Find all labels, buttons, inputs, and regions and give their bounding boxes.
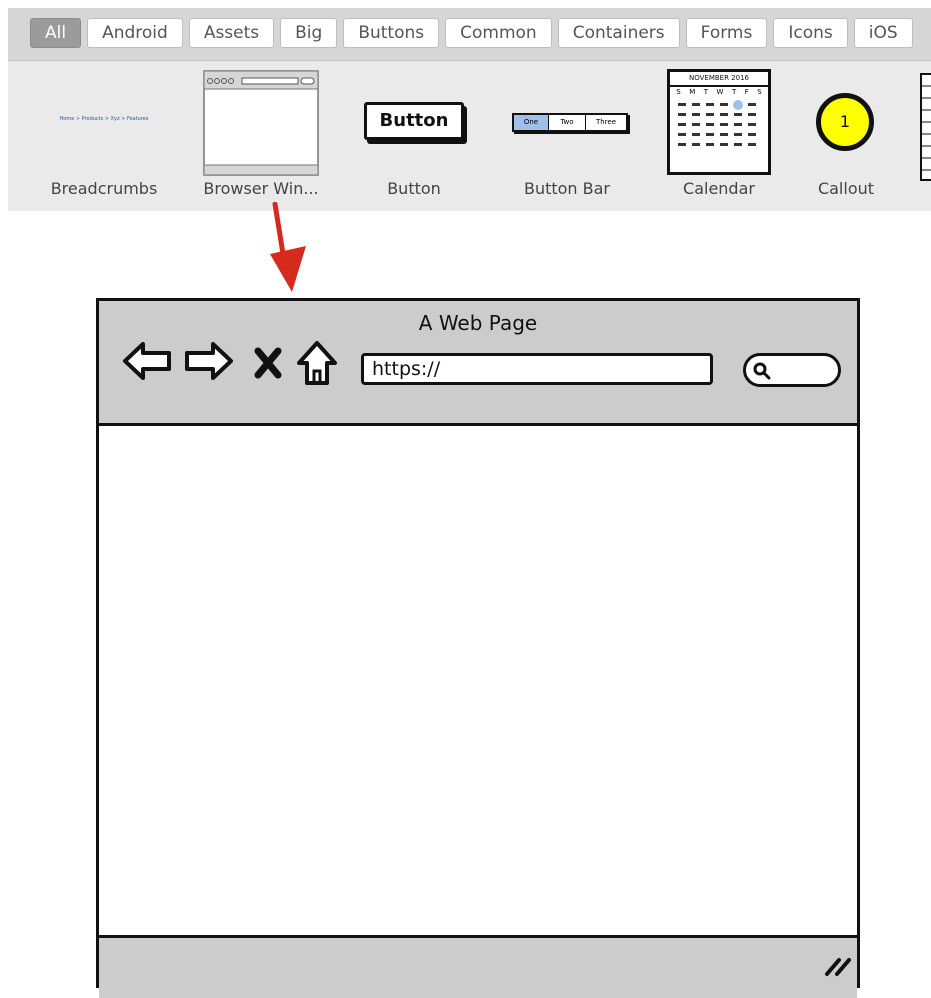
- resize-grip-icon[interactable]: [823, 952, 851, 978]
- search-icon: [753, 362, 771, 380]
- calendar-weekdays: S M T W T F S: [670, 87, 768, 97]
- tab-buttons[interactable]: Buttons: [343, 18, 440, 48]
- stop-icon[interactable]: [253, 347, 283, 379]
- tab-icons[interactable]: Icons: [773, 18, 848, 48]
- shelf-item-breadcrumbs[interactable]: Home > Products > Xyz > Features Breadcr…: [30, 61, 178, 211]
- calendar-day-grid: [678, 100, 756, 146]
- shelf-item-label: Calendar: [683, 179, 755, 198]
- browser-window-thumbnail: [188, 69, 334, 179]
- shelf-item-button[interactable]: Button Button: [342, 61, 486, 211]
- partial-thumbnail: [918, 69, 931, 181]
- shelf-item-label: Breadcrumbs: [50, 179, 158, 198]
- callout-thumbnail: 1: [794, 69, 898, 179]
- calendar-thumbnail: NOVEMBER 2016 S M T W T F S: [648, 69, 790, 179]
- breadcrumbs-thumbnail: Home > Products > Xyz > Features: [30, 69, 178, 179]
- button-bar-thumbnail: One Two Three: [496, 69, 638, 179]
- callout-preview: 1: [816, 93, 874, 151]
- calendar-weekday: S: [757, 88, 762, 96]
- shelf-item-label: Button: [387, 179, 441, 198]
- calendar-weekday: T: [731, 88, 737, 96]
- calendar-weekday: M: [689, 88, 696, 96]
- tab-forms[interactable]: Forms: [685, 18, 768, 48]
- forward-arrow-icon[interactable]: [183, 339, 235, 383]
- calendar-weekday: W: [716, 88, 724, 96]
- calendar-weekday: S: [676, 88, 681, 96]
- shelf-item-button-bar[interactable]: One Two Three Button Bar: [496, 61, 638, 211]
- shelf-item-label: Button Bar: [523, 179, 611, 198]
- home-icon[interactable]: [295, 339, 339, 387]
- shelf-item-callout[interactable]: 1 Callout: [794, 61, 898, 211]
- tab-assets[interactable]: Assets: [188, 18, 275, 48]
- drag-arrow-icon: [270, 202, 306, 292]
- button-bar-one: One: [514, 115, 549, 130]
- calendar-weekday: T: [703, 88, 709, 96]
- browser-toolbar: A Web Page https://: [99, 301, 857, 426]
- calendar-weekday: F: [744, 88, 749, 96]
- tab-all[interactable]: All: [30, 18, 82, 48]
- tab-android[interactable]: Android: [87, 18, 183, 48]
- category-tabs: All Android Assets Big Buttons Common Co…: [30, 18, 913, 48]
- component-shelf: Home > Products > Xyz > Features Breadcr…: [8, 61, 931, 211]
- shelf-item-browser-window[interactable]: Browser Win...: [188, 61, 334, 211]
- category-tab-bar: All Android Assets Big Buttons Common Co…: [8, 8, 931, 61]
- shelf-item-label: Callout: [817, 179, 875, 198]
- address-bar[interactable]: https://: [361, 353, 713, 385]
- calendar-preview: NOVEMBER 2016 S M T W T F S: [667, 69, 771, 175]
- back-arrow-icon[interactable]: [121, 339, 173, 383]
- calendar-month: NOVEMBER 2016: [670, 72, 768, 87]
- shelf-item-label: Browser Win...: [203, 179, 319, 198]
- search-field[interactable]: [743, 353, 841, 387]
- tab-ios[interactable]: iOS: [853, 18, 913, 48]
- breadcrumbs-preview-text: Home > Products > Xyz > Features: [59, 116, 149, 122]
- tab-big[interactable]: Big: [280, 18, 338, 48]
- shelf-item-partial[interactable]: [918, 61, 931, 211]
- tab-containers[interactable]: Containers: [557, 18, 680, 48]
- browser-title: A Web Page: [418, 311, 538, 335]
- button-bar-preview: One Two Three: [512, 113, 628, 132]
- browser-status-bar: [99, 935, 857, 998]
- shelf-item-calendar[interactable]: NOVEMBER 2016 S M T W T F S Calendar: [648, 61, 790, 211]
- tab-common[interactable]: Common: [445, 18, 552, 48]
- button-preview: Button: [364, 102, 464, 140]
- partial-preview: [920, 73, 931, 181]
- button-bar-two: Two: [549, 115, 586, 130]
- browser-window-mockup[interactable]: A Web Page https://: [96, 298, 860, 998]
- button-thumbnail: Button: [342, 69, 486, 179]
- button-bar-three: Three: [595, 118, 617, 126]
- browser-window-preview: [203, 70, 319, 176]
